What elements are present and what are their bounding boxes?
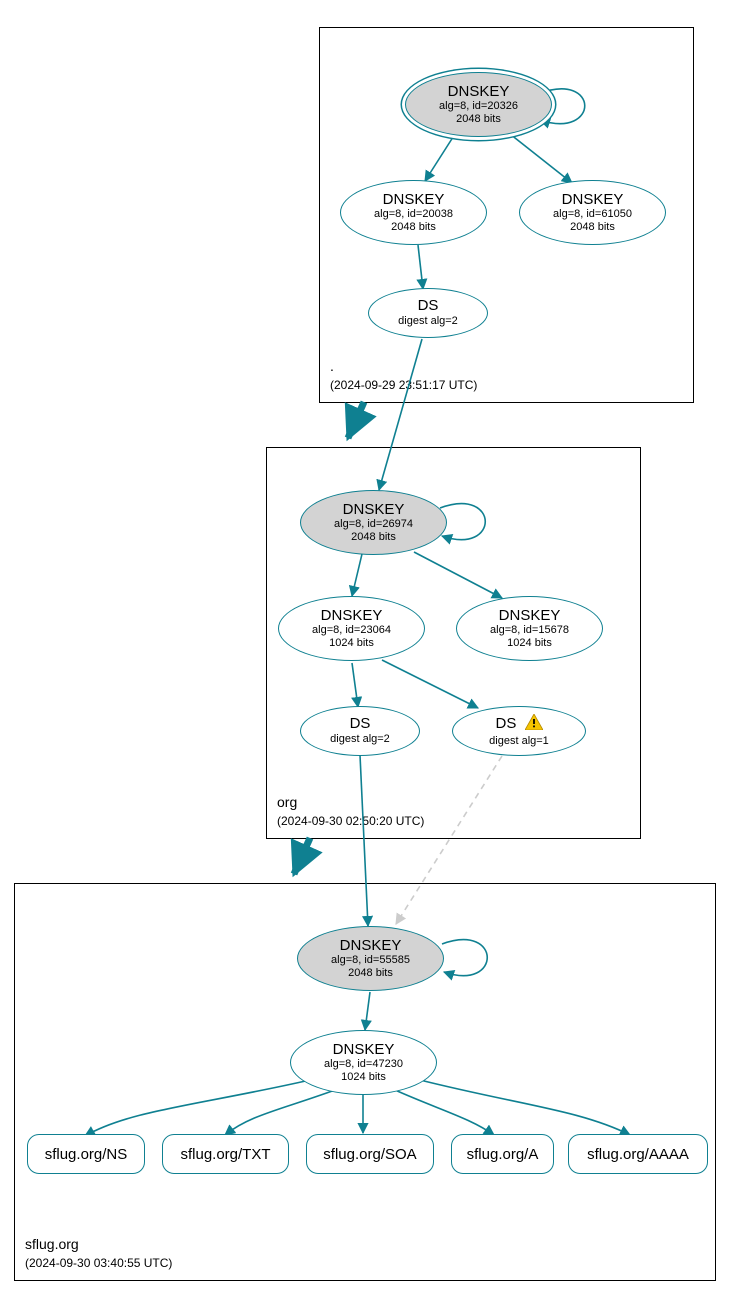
rrset-label: sflug.org/SOA (323, 1146, 416, 1163)
dnskey-org-zsk-15678[interactable]: DNSKEY alg=8, id=15678 1024 bits (456, 596, 603, 661)
rrset-label: sflug.org/NS (45, 1146, 128, 1163)
node-sub1: alg=8, id=20038 (374, 208, 453, 221)
node-title: DS (495, 714, 542, 735)
zone-org-timestamp: (2024-09-30 02:50:20 UTC) (277, 814, 424, 828)
node-sub1: alg=8, id=61050 (553, 208, 632, 221)
node-sub1: digest alg=2 (398, 315, 458, 328)
node-sub1: digest alg=2 (330, 733, 390, 746)
node-sub1: alg=8, id=15678 (490, 624, 569, 637)
ds-root-to-org[interactable]: DS digest alg=2 (368, 288, 488, 338)
node-sub2: 1024 bits (507, 637, 552, 650)
zone-sflug-label: sflug.org (2024-09-30 03:40:55 UTC) (25, 1235, 172, 1272)
node-sub1: alg=8, id=23064 (312, 624, 391, 637)
rrset-sflug-ns[interactable]: sflug.org/NS (27, 1134, 145, 1174)
node-sub1: digest alg=1 (489, 735, 549, 748)
ds-org-to-sflug-sha256[interactable]: DS digest alg=2 (300, 706, 420, 756)
rrset-sflug-txt[interactable]: sflug.org/TXT (162, 1134, 289, 1174)
rrset-label: sflug.org/TXT (180, 1146, 270, 1163)
node-title: DNSKEY (499, 608, 561, 625)
dnskey-root-zsk-61050[interactable]: DNSKEY alg=8, id=61050 2048 bits (519, 180, 666, 245)
zone-sflug-timestamp: (2024-09-30 03:40:55 UTC) (25, 1256, 172, 1270)
zone-org-name: org (277, 794, 297, 810)
rrset-label: sflug.org/AAAA (587, 1146, 689, 1163)
node-title: DNSKEY (340, 938, 402, 955)
node-sub2: 2048 bits (391, 221, 436, 234)
node-sub1: alg=8, id=47230 (324, 1058, 403, 1071)
node-sub2: 2048 bits (456, 113, 501, 126)
ds-org-to-sflug-sha1[interactable]: DS digest alg=1 (452, 706, 586, 756)
node-sub1: alg=8, id=26974 (334, 518, 413, 531)
zone-root-label: . (2024-09-29 23:51:17 UTC) (330, 357, 477, 394)
dnskey-sflug-zsk[interactable]: DNSKEY alg=8, id=47230 1024 bits (290, 1030, 437, 1095)
rrset-sflug-a[interactable]: sflug.org/A (451, 1134, 554, 1174)
zone-org-label: org (2024-09-30 02:50:20 UTC) (277, 793, 424, 830)
node-sub2: 2048 bits (348, 967, 393, 980)
node-title: DS (350, 716, 371, 733)
node-sub1: alg=8, id=55585 (331, 954, 410, 967)
zone-sflug-name: sflug.org (25, 1236, 79, 1252)
node-title: DNSKEY (448, 84, 510, 101)
node-title: DNSKEY (321, 608, 383, 625)
zone-root-timestamp: (2024-09-29 23:51:17 UTC) (330, 378, 477, 392)
node-sub2: 1024 bits (329, 637, 374, 650)
dnskey-sflug-ksk[interactable]: DNSKEY alg=8, id=55585 2048 bits (297, 926, 444, 991)
dnskey-root-zsk-20038[interactable]: DNSKEY alg=8, id=20038 2048 bits (340, 180, 487, 245)
dnskey-root-ksk[interactable]: DNSKEY alg=8, id=20326 2048 bits (405, 72, 552, 137)
node-title: DNSKEY (562, 192, 624, 209)
node-sub2: 2048 bits (570, 221, 615, 234)
node-sub1: alg=8, id=20326 (439, 100, 518, 113)
node-sub2: 2048 bits (351, 531, 396, 544)
node-title: DNSKEY (333, 1042, 395, 1059)
rrset-sflug-aaaa[interactable]: sflug.org/AAAA (568, 1134, 708, 1174)
zone-root-name: . (330, 358, 334, 374)
node-title: DNSKEY (343, 502, 405, 519)
rrset-label: sflug.org/A (467, 1146, 539, 1163)
rrset-sflug-soa[interactable]: sflug.org/SOA (306, 1134, 434, 1174)
node-sub2: 1024 bits (341, 1071, 386, 1084)
node-title: DS (418, 298, 439, 315)
dnskey-org-ksk[interactable]: DNSKEY alg=8, id=26974 2048 bits (300, 490, 447, 555)
warning-icon (525, 714, 543, 735)
node-title: DNSKEY (383, 192, 445, 209)
dnskey-org-zsk-23064[interactable]: DNSKEY alg=8, id=23064 1024 bits (278, 596, 425, 661)
